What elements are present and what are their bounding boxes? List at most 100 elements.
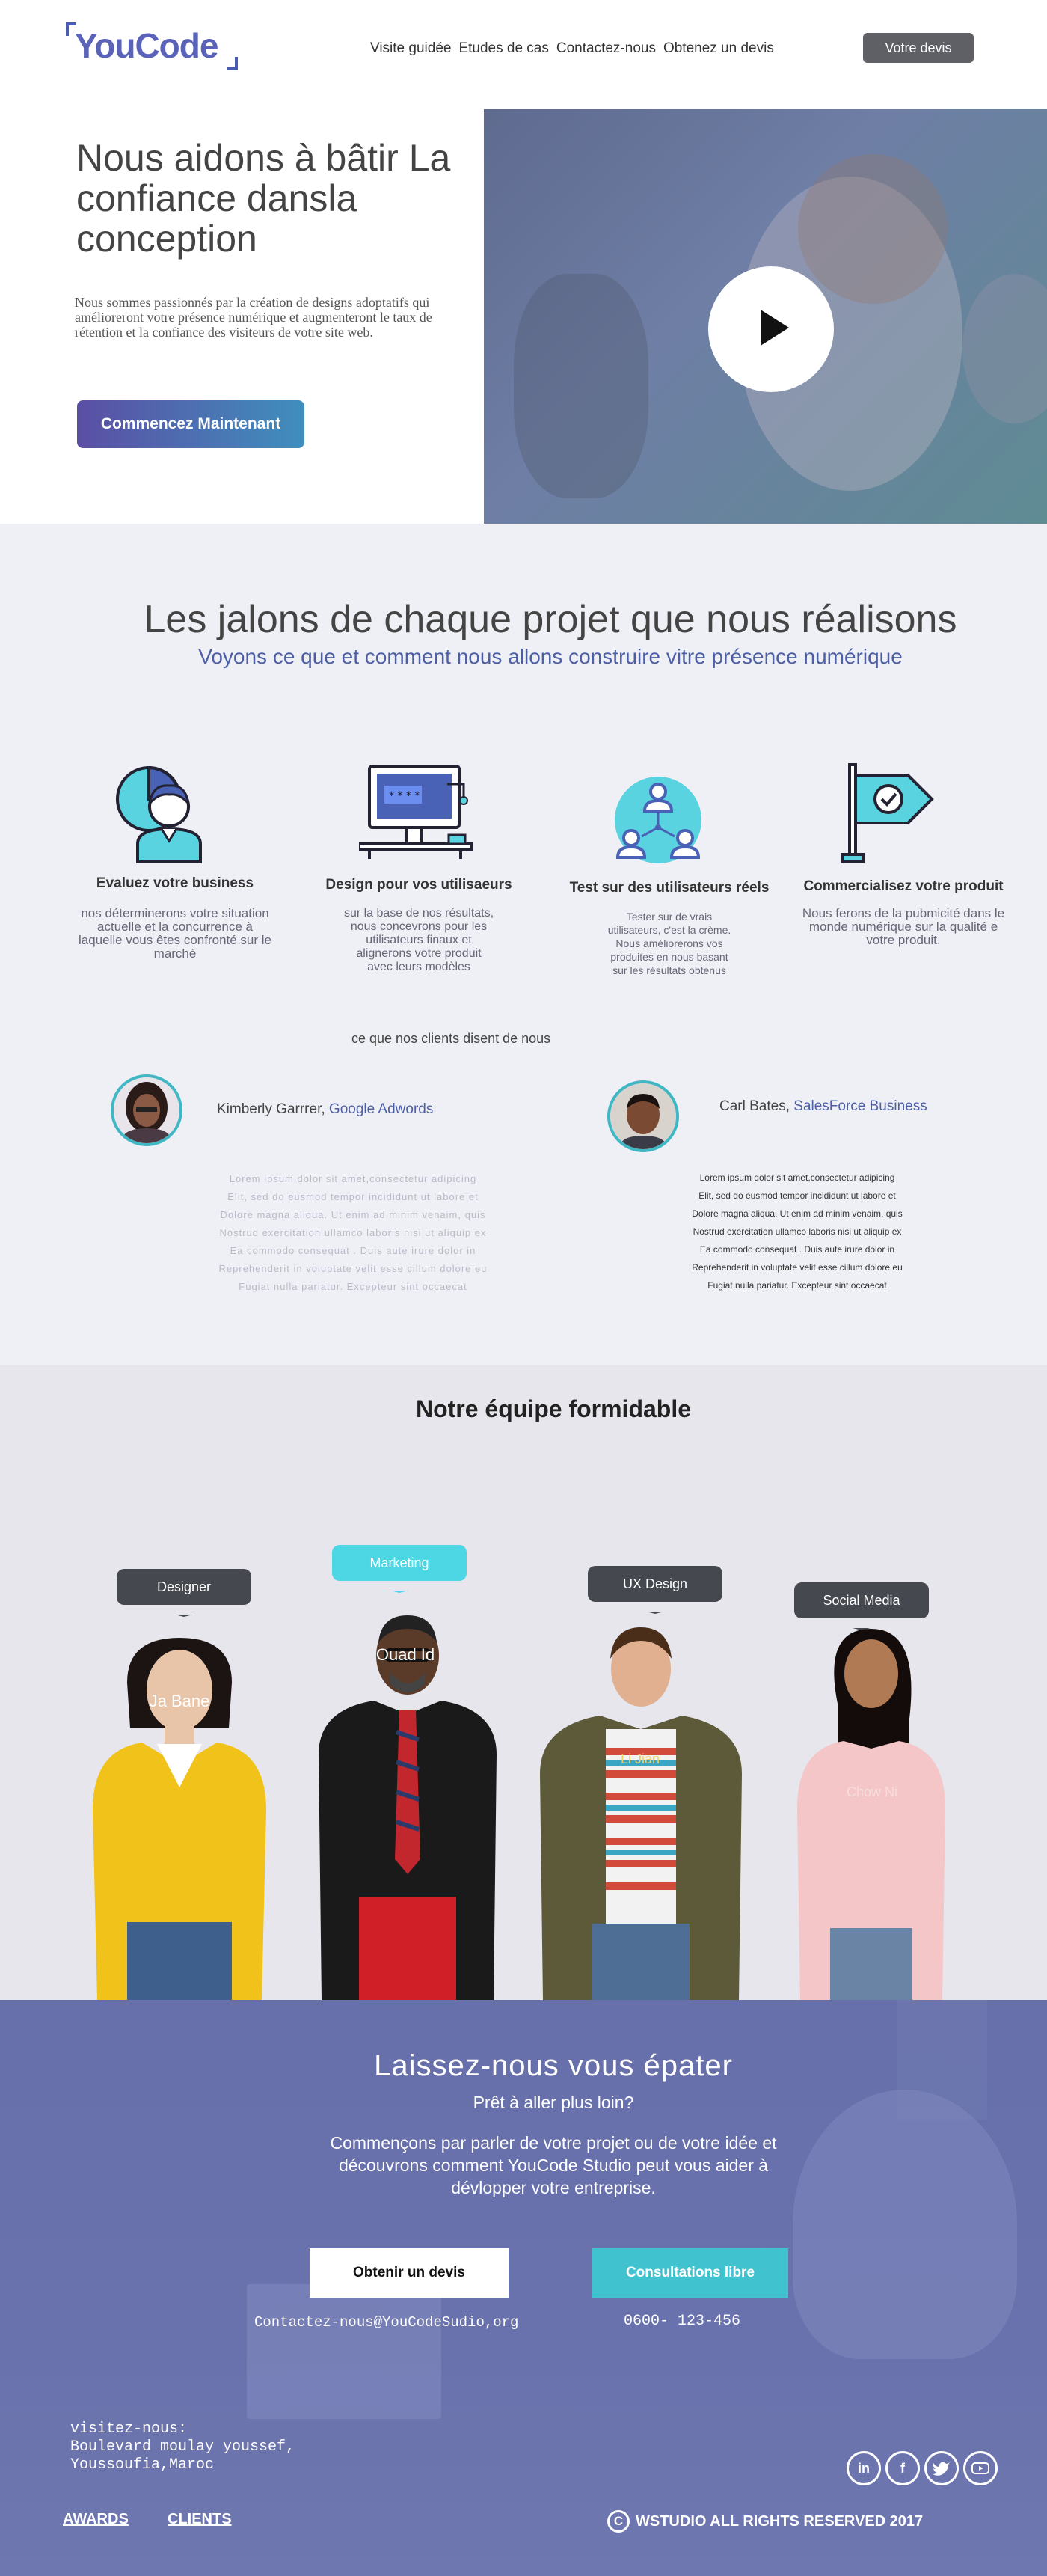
- hero-text: Nous sommes passionnés par la création d…: [75, 295, 432, 340]
- video-figure-left: [514, 274, 648, 498]
- feature-market-title: Commercialisez votre produit: [803, 878, 1004, 894]
- feature-test-text: Tester sur de vrais utilisateurs, c'est …: [607, 911, 731, 976]
- team-section: Notre équipe formidable Designer Marketi…: [0, 1365, 1047, 2000]
- avatar: [111, 1074, 182, 1146]
- team-title: Notre équipe formidable: [415, 1395, 692, 1422]
- team-name-ja-bane: Ja Bane: [149, 1692, 210, 1710]
- menu-item-contact[interactable]: Contactez-nous: [556, 40, 656, 57]
- role-bubble-social: Social Media: [794, 1582, 929, 1630]
- avatar: [607, 1080, 679, 1152]
- start-now-button[interactable]: Commencez Maintenant: [77, 400, 304, 448]
- testimonial-line: Lorem ipsum dolor sit amet,consectetur a…: [229, 1173, 477, 1184]
- logo-text: YouCode: [75, 26, 218, 65]
- testimonial-line: Elit, sed do eusmod tempor incididunt ut…: [698, 1190, 896, 1201]
- footer-bg-chair: [793, 2090, 1017, 2359]
- testimonial-line: Reprehenderit in voluptate velit esse ci…: [692, 1262, 903, 1273]
- testimonial-line: Fugiat nulla pariatur. Excepteur sint oc…: [707, 1280, 887, 1291]
- facebook-icon[interactable]: f: [885, 2451, 920, 2485]
- play-icon[interactable]: [708, 266, 834, 392]
- role-bubble-designer: Designer: [117, 1569, 251, 1617]
- testimonial-line: Fugiat nulla pariatur. Excepteur sint oc…: [239, 1281, 467, 1292]
- twitter-icon[interactable]: [924, 2451, 959, 2485]
- client-company[interactable]: SalesForce Business: [793, 1098, 927, 1114]
- logo-bracket-right: [227, 57, 238, 70]
- footer-text: Commençons par parler de votre projet ou…: [330, 2133, 777, 2197]
- votre-devis-button[interactable]: Votre devis: [863, 33, 974, 63]
- testimonial-line: Lorem ipsum dolor sit amet,consectetur a…: [699, 1172, 895, 1183]
- video-figure-right: [962, 274, 1047, 423]
- free-consultation-button[interactable]: Consultations libre: [592, 2248, 788, 2298]
- client-person-name: Carl Bates,: [719, 1098, 790, 1114]
- testimonial-line: Nostrud exercitation ullamco laboris nis…: [693, 1226, 902, 1237]
- team-member-chow-ni: [797, 1629, 945, 2000]
- client-name-carl: Carl Bates, SalesForce Business: [719, 1098, 927, 1115]
- milestones-subtitle: Voyons ce que et comment nous allons con…: [198, 645, 903, 668]
- copyright-icon: C: [607, 2510, 630, 2533]
- menu-item-devis[interactable]: Obtenez un devis: [663, 40, 774, 57]
- client-carl-portrait: [610, 1083, 676, 1149]
- team-member-ouad-id: [319, 1615, 497, 2000]
- testimonial-text-kimberly: Lorem ipsum dolor sit amet,consectetur a…: [129, 1170, 577, 1296]
- youtube-icon[interactable]: [963, 2451, 998, 2485]
- team-member-li-jian: [540, 1627, 742, 2000]
- testimonial-line: Nostrud exercitation ullamco laboris nis…: [219, 1227, 487, 1238]
- twitter-bird-icon: [933, 2462, 950, 2476]
- feature-market-text: Nous ferons de la pubmicité dans le mond…: [802, 906, 1005, 947]
- menu-item-visite[interactable]: Visite guidée: [370, 40, 451, 57]
- youtube-play-icon: [971, 2462, 989, 2474]
- role-bubble-ux: UX Design: [588, 1566, 722, 1614]
- youcode-logo[interactable]: YouCode: [66, 22, 238, 70]
- copyright-text: WSTUDIO ALL RIGHTS RESERVED 2017: [636, 2512, 924, 2530]
- top-nav: YouCode Visite guidée Etudes de cas Cont…: [0, 0, 1047, 105]
- feature-design-text: sur la base de nos résultats, nous conce…: [343, 907, 494, 973]
- testimonial-line: Dolore magna aliqua. Ut enim ad minim ve…: [220, 1209, 486, 1220]
- linkedin-icon[interactable]: in: [847, 2451, 881, 2485]
- feature-design-title: Design pour vos utilisaeurs: [325, 877, 512, 893]
- hero-video[interactable]: [484, 109, 1047, 554]
- testimonial-line: Ea commodo consequat . Duis aute irure d…: [230, 1245, 476, 1256]
- feature-test-title: Test sur des utilisateurs réels: [569, 880, 770, 896]
- svg-text:* * * *: * * * *: [389, 790, 420, 802]
- user-chart-icon: [116, 765, 202, 863]
- feature-test: Test sur des utilisateurs réels Tester s…: [561, 763, 778, 988]
- role-bubble-marketing: Marketing: [332, 1545, 467, 1593]
- user-network-icon: [615, 777, 701, 863]
- contact-phone[interactable]: 0600- 123-456: [624, 2313, 740, 2330]
- testimonial-line: Reprehenderit in voluptate velit esse ci…: [218, 1263, 488, 1274]
- team-name-chow-ni: Chow Ni: [846, 1784, 898, 1799]
- footer-link-clients[interactable]: CLIENTS: [168, 2511, 232, 2528]
- video-figure-head: [798, 154, 948, 304]
- testimonial-line: Dolore magna aliqua. Ut enim ad minim ve…: [692, 1208, 903, 1219]
- footer-bg-table: [247, 2284, 441, 2419]
- menu-item-etudes[interactable]: Etudes de cas: [458, 40, 548, 57]
- milestones-title: Les jalons de chaque projet que nous réa…: [144, 598, 957, 641]
- team-name-ouad-id: Ouad Id: [375, 1645, 435, 1664]
- footer-address: visitez-nous: Boulevard moulay youssef, …: [70, 2420, 295, 2473]
- hero-title: Nous aidons à bâtir La confiance dansla …: [76, 137, 451, 260]
- milestones-section: Les jalons de chaque projet que nous réa…: [0, 524, 1047, 1365]
- flag-check-icon: [841, 763, 934, 863]
- feature-design: * * * * Design pour vos utilisaeurs sur …: [314, 763, 524, 988]
- client-person-name: Kimberly Garrrer,: [217, 1101, 325, 1117]
- footer-link-awards[interactable]: AWARDS: [63, 2511, 129, 2528]
- feature-evaluate-text: nos déterminerons votre situation actuel…: [79, 906, 271, 961]
- feature-market: Commercialisez votre produit Nous ferons…: [791, 762, 1016, 986]
- testimonial-text-carl: Lorem ipsum dolor sit amet,consectetur a…: [610, 1169, 984, 1294]
- main-menu: Visite guidée Etudes de cas Contactez-no…: [370, 40, 774, 57]
- footer-title: Laissez-nous vous épater: [374, 2049, 733, 2082]
- hero-section: Nous aidons à bâtir La confiance dansla …: [0, 105, 1047, 554]
- contact-email[interactable]: Contactez-nous@YouCodeSudio,org: [254, 2314, 518, 2331]
- team-name-li-jian: Li Jian: [620, 1752, 660, 1766]
- feature-evaluate-title: Evaluez votre business: [96, 875, 254, 891]
- footer-section: Laissez-nous vous épater Prêt à aller pl…: [0, 2000, 1047, 2576]
- get-quote-button[interactable]: Obtenir un devis: [310, 2248, 509, 2298]
- client-company[interactable]: Google Adwords: [329, 1101, 433, 1117]
- testimonial-line: Elit, sed do eusmod tempor incididunt ut…: [227, 1191, 479, 1202]
- footer-subtitle: Prêt à aller plus loin?: [473, 2093, 634, 2112]
- client-kimberly-portrait: [114, 1077, 179, 1143]
- feature-evaluate: Evaluez votre business nos déterminerons…: [70, 763, 280, 988]
- testimonial-line: Ea commodo consequat . Duis aute irure d…: [699, 1244, 895, 1255]
- desktop-design-icon: * * * *: [359, 765, 473, 859]
- client-name-kimberly: Kimberly Garrrer, Google Adwords: [217, 1101, 433, 1118]
- testimonials-title: ce que nos clients disent de nous: [351, 1031, 551, 1046]
